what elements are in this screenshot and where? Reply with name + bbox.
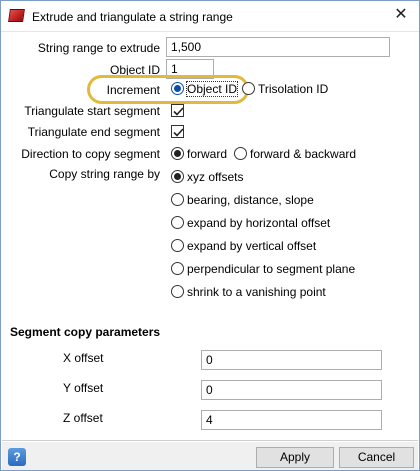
copy-by-shrink-radio[interactable] (171, 285, 184, 298)
title-bar[interactable]: Extrude and triangulate a string range ✕ (1, 1, 419, 32)
copy-by-vertical-label[interactable]: expand by vertical offset (187, 239, 316, 253)
x-offset-label: X offset (63, 351, 104, 365)
apply-button[interactable]: Apply (256, 447, 334, 468)
segment-section-title: Segment copy parameters (10, 325, 161, 339)
direction-forward-label[interactable]: forward (187, 147, 227, 161)
triangulate-start-label: Triangulate start segment (24, 104, 160, 118)
close-button[interactable]: ✕ (391, 5, 411, 25)
copy-by-horizontal-label[interactable]: expand by horizontal offset (187, 216, 330, 230)
z-offset-input[interactable]: 4 (201, 410, 382, 430)
copy-by-perpendicular-radio[interactable] (171, 262, 184, 275)
dialog-content: String range to extrude 1,500 Object ID … (2, 33, 418, 441)
copy-by-perpendicular-label[interactable]: perpendicular to segment plane (187, 262, 355, 276)
z-offset-label: Z offset (63, 411, 103, 425)
y-offset-input[interactable]: 0 (201, 380, 382, 400)
check-icon (173, 107, 184, 116)
copy-by-horizontal-radio[interactable] (171, 216, 184, 229)
increment-trisolation-id-label[interactable]: Trisolation ID (258, 82, 328, 96)
x-offset-input[interactable]: 0 (201, 350, 382, 370)
triangulate-start-checkbox[interactable] (171, 104, 184, 117)
cancel-button[interactable]: Cancel (339, 447, 414, 468)
string-range-label: String range to extrude (37, 41, 160, 55)
string-range-input[interactable]: 1,500 (166, 37, 390, 57)
copy-by-bearing-radio[interactable] (171, 193, 184, 206)
help-icon[interactable]: ? (8, 448, 26, 466)
copy-by-bearing-label[interactable]: bearing, distance, slope (187, 193, 314, 207)
dialog-footer: ? Apply Cancel (2, 442, 418, 470)
triangulate-end-label: Triangulate end segment (27, 125, 160, 139)
y-offset-label: Y offset (63, 381, 104, 395)
increment-label: Increment (106, 83, 160, 97)
app-icon (8, 9, 25, 22)
direction-forward-radio[interactable] (171, 147, 184, 160)
dialog-window: Extrude and triangulate a string range ✕… (0, 0, 420, 471)
copy-by-shrink-label[interactable]: shrink to a vanishing point (187, 285, 326, 299)
copy-by-label: Copy string range by (49, 167, 160, 181)
increment-object-id-radio[interactable] (171, 82, 184, 95)
copy-by-xyz-radio[interactable] (171, 170, 184, 183)
increment-trisolation-id-radio[interactable] (242, 82, 255, 95)
direction-label: Direction to copy segment (21, 147, 160, 161)
triangulate-end-checkbox[interactable] (171, 125, 184, 138)
copy-by-vertical-radio[interactable] (171, 239, 184, 252)
direction-both-label[interactable]: forward & backward (250, 147, 356, 161)
direction-both-radio[interactable] (234, 147, 247, 160)
increment-object-id-label[interactable]: Object ID (185, 81, 239, 97)
copy-by-xyz-label[interactable]: xyz offsets (187, 170, 243, 184)
check-icon (173, 128, 184, 137)
window-title: Extrude and triangulate a string range (32, 10, 233, 24)
